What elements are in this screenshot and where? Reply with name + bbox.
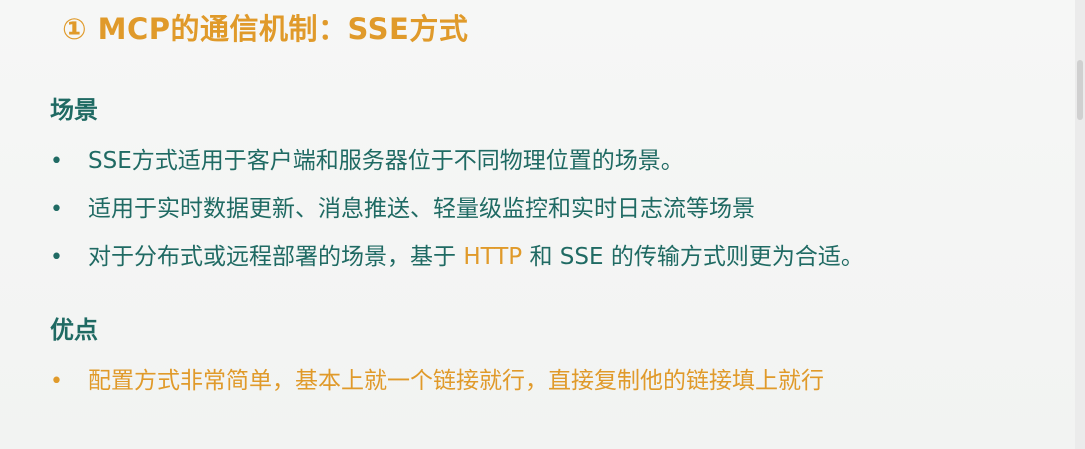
bullet-item: • SSE方式适用于客户端和服务器位于不同物理位置的场景。 — [50, 141, 684, 175]
bullet-text: SSE方式适用于客户端和服务器位于不同物理位置的场景。 — [88, 148, 684, 174]
slide: ① MCP的通信机制：SSE方式 场景 • SSE方式适用于客户端和服务器位于不… — [0, 0, 1085, 449]
bullet-text: 对于分布式或远程部署的场景，基于 HTTP 和 SSE 的传输方式则更为合适。 — [88, 237, 864, 271]
bullet-text: 适用于实时数据更新、消息推送、轻量级监控和实时日志流等场景 — [88, 196, 755, 222]
bullet-icon: • — [50, 245, 63, 270]
bullet-text-accent: HTTP — [463, 244, 523, 270]
bullet-icon: • — [50, 197, 63, 222]
bullet-item: • 适用于实时数据更新、消息推送、轻量级监控和实时日志流等场景 — [50, 189, 755, 223]
section-heading-advantages: 优点 — [50, 316, 98, 344]
bullet-text-pre: 对于分布式或远程部署的场景，基于 — [88, 244, 464, 270]
bullet-item: • 配置方式非常简单，基本上就一个链接就行，直接复制他的链接填上就行 — [50, 361, 824, 395]
bullet-icon: • — [50, 369, 63, 394]
bullet-text-post: 和 SSE 的传输方式则更为合适。 — [522, 244, 864, 270]
bullet-item: • 对于分布式或远程部署的场景，基于 HTTP 和 SSE 的传输方式则更为合适… — [50, 237, 864, 271]
section-heading-scene: 场景 — [50, 96, 98, 124]
vertical-scrollbar[interactable] — [1075, 0, 1085, 449]
scrollbar-thumb[interactable] — [1077, 60, 1083, 120]
bullet-text: 配置方式非常简单，基本上就一个链接就行，直接复制他的链接填上就行 — [88, 368, 824, 394]
slide-title: ① MCP的通信机制：SSE方式 — [62, 12, 469, 46]
bullet-icon: • — [50, 149, 63, 174]
